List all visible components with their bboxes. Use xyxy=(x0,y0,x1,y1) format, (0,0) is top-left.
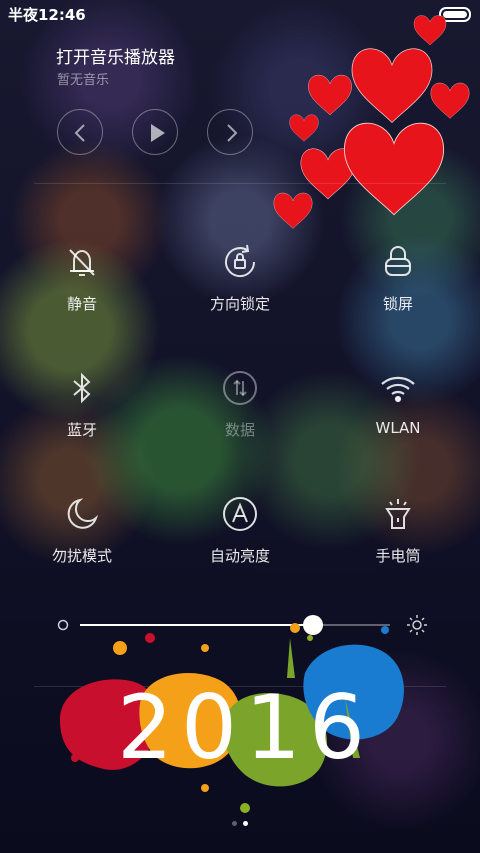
page-dot-active xyxy=(243,821,248,826)
toggle-label: 勿扰模式 xyxy=(51,547,112,565)
toggle-label: 锁屏 xyxy=(382,295,413,313)
lock-icon xyxy=(385,246,411,276)
year-2016-decoration: 2016 xyxy=(60,623,404,813)
toggle-lock-screen[interactable]: 锁屏 xyxy=(318,242,478,314)
toggle-label: 数据 xyxy=(224,421,255,439)
divider xyxy=(34,183,446,184)
page-indicator xyxy=(0,811,480,830)
chevron-right-icon xyxy=(227,124,238,142)
previous-button[interactable] xyxy=(57,109,103,155)
toggle-label: 方向锁定 xyxy=(209,295,270,313)
toggle-bluetooth[interactable]: 蓝牙 xyxy=(2,368,162,440)
bluetooth-icon xyxy=(73,372,91,404)
toggle-mute[interactable]: 静音 xyxy=(2,242,162,314)
chevron-left-icon xyxy=(74,124,85,142)
play-icon xyxy=(151,124,165,142)
toggle-do-not-disturb[interactable]: 勿扰模式 xyxy=(2,494,162,566)
toggle-rotation-lock[interactable]: 方向锁定 xyxy=(160,242,320,314)
toggle-label: 蓝牙 xyxy=(66,421,97,439)
toggle-label: 自动亮度 xyxy=(209,547,270,565)
music-subtitle: 暂无音乐 xyxy=(57,73,110,88)
auto-brightness-icon xyxy=(223,497,257,531)
year-text: 2016 xyxy=(117,676,373,779)
toggle-label: 手电筒 xyxy=(375,547,421,565)
status-time: 半夜12:46 xyxy=(8,6,86,24)
mobile-data-icon xyxy=(223,371,257,405)
bell-muted-icon xyxy=(69,249,95,276)
toggle-mobile-data[interactable]: 数据 xyxy=(160,368,320,440)
play-button[interactable] xyxy=(132,109,178,155)
music-title[interactable]: 打开音乐播放器 xyxy=(56,43,175,68)
toggle-label: WLAN xyxy=(375,419,421,437)
hearts-decoration xyxy=(273,14,470,229)
rotation-lock-icon xyxy=(225,244,256,278)
toggle-label: 静音 xyxy=(66,295,97,313)
page-dot xyxy=(232,821,237,826)
wifi-icon xyxy=(381,376,415,403)
toggle-flashlight[interactable]: 手电筒 xyxy=(318,494,478,566)
toggle-wlan[interactable]: WLAN xyxy=(318,368,478,437)
moon-icon xyxy=(67,498,99,529)
next-button[interactable] xyxy=(207,109,253,155)
toggle-auto-brightness[interactable]: 自动亮度 xyxy=(160,494,320,566)
flashlight-icon xyxy=(385,499,411,529)
